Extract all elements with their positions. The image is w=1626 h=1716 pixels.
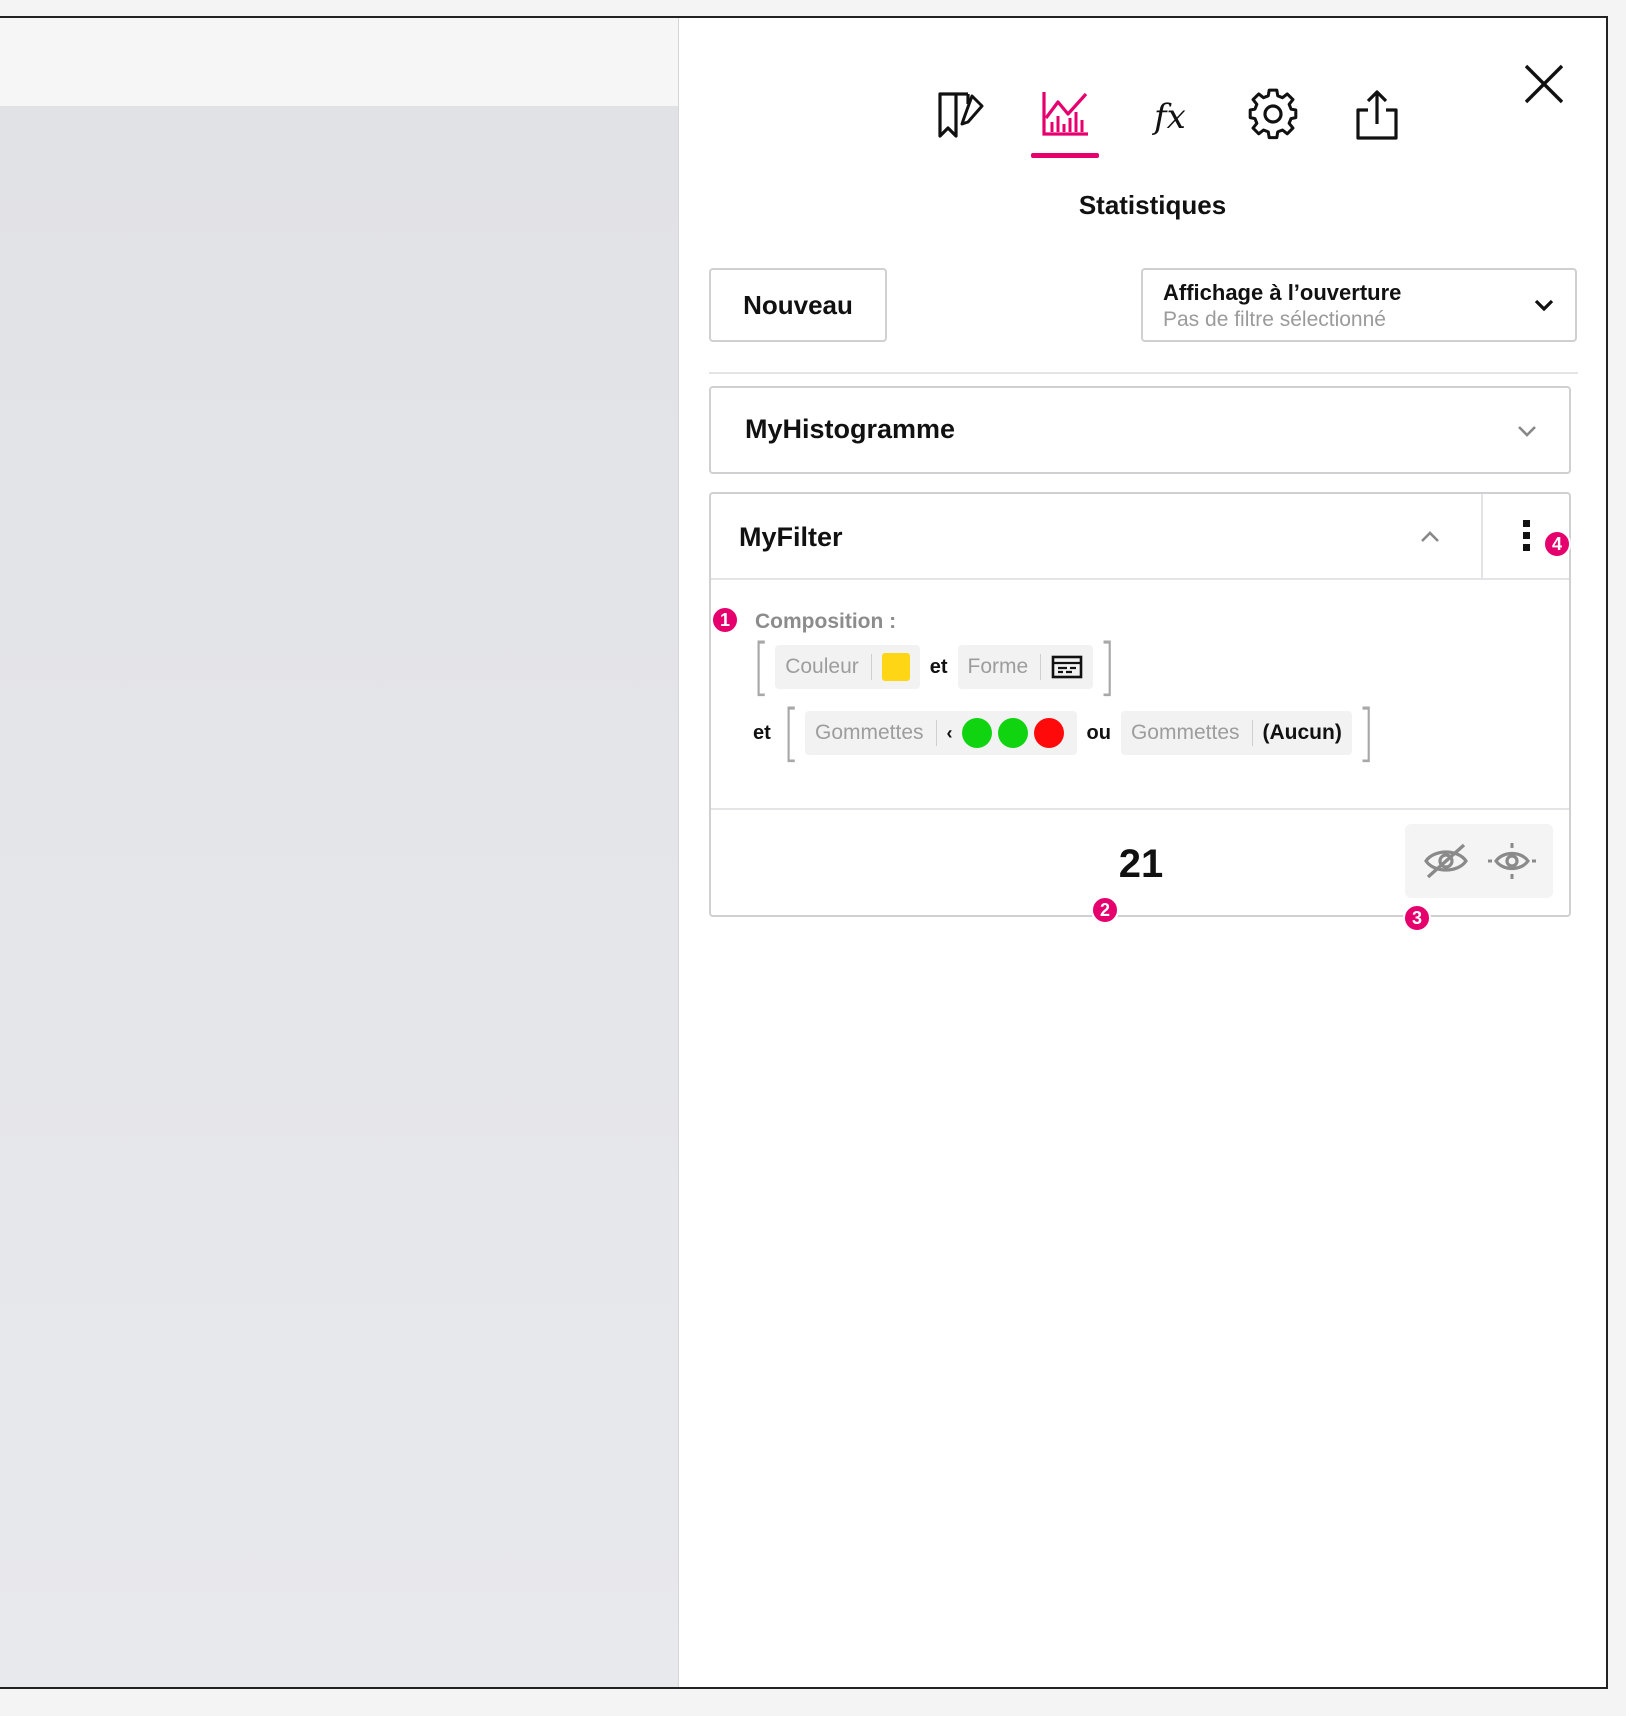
eye-icon[interactable]: [1486, 839, 1538, 883]
new-button[interactable]: Nouveau: [709, 268, 887, 342]
footer-divider: [711, 808, 1569, 810]
bracket-close: ]: [1098, 630, 1116, 703]
shape-criterion[interactable]: Forme: [957, 645, 1094, 689]
annotation-badge-2: 2: [1091, 896, 1119, 924]
conjunction-and: et: [929, 655, 948, 678]
chevron-down-icon: [1534, 299, 1554, 312]
histogram-card[interactable]: MyHistogramme: [709, 386, 1571, 474]
chevron-up-icon[interactable]: [1419, 526, 1441, 548]
tab-statistics[interactable]: [1013, 88, 1117, 158]
canvas-toolbar: [0, 18, 678, 106]
sticker-dot-green: [961, 718, 992, 748]
histogram-name: MyHistogramme: [745, 414, 956, 444]
tab-bookmarks[interactable]: [909, 88, 1013, 158]
stickers-none-value: (Aucun): [1262, 721, 1342, 744]
filter-header[interactable]: MyFilter: [711, 494, 1569, 580]
close-icon[interactable]: [1522, 62, 1566, 106]
bookmark-edit-icon: [938, 92, 984, 138]
bracket-open: [: [782, 696, 800, 769]
tab-settings[interactable]: [1221, 88, 1325, 158]
composition-row-2: et [ Gommettes ‹ ou Gommettes (Aucun) ]: [753, 702, 1378, 764]
canvas-area[interactable]: [0, 106, 678, 1687]
chart-icon: [1042, 92, 1088, 136]
result-count: 21: [1118, 842, 1164, 886]
sticker-dot-red: [1033, 718, 1064, 748]
chevron-down-icon: [1518, 426, 1536, 437]
select-value: Pas de filtre sélectionné: [1163, 308, 1386, 331]
color-criterion[interactable]: Couleur: [775, 645, 920, 689]
conjunction-and: et: [753, 721, 771, 744]
color-criterion-label: Couleur: [785, 654, 872, 680]
share-export-icon: [1356, 90, 1398, 140]
annotation-badge-4: 4: [1543, 530, 1571, 558]
shape-criterion-label: Forme: [968, 654, 1042, 680]
annotation-badge-3: 3: [1403, 904, 1431, 932]
divider: [709, 372, 1578, 374]
function-icon-label: fx: [1151, 97, 1186, 137]
visibility-controls: [1405, 824, 1553, 898]
filter-name: MyFilter: [739, 522, 843, 552]
tab-functions[interactable]: fx: [1117, 88, 1221, 158]
eye-off-icon[interactable]: [1420, 839, 1472, 883]
annotation-badge-1: 1: [711, 606, 739, 634]
tab-share[interactable]: [1325, 88, 1429, 158]
page-title: Statistiques: [1078, 190, 1227, 220]
operator-less-than: ‹: [946, 722, 953, 743]
header-separator: [1481, 494, 1483, 580]
display-on-open-select[interactable]: Affichage à l’ouverture Pas de filtre sé…: [1141, 268, 1577, 342]
conjunction-or: ou: [1086, 721, 1111, 744]
stickers-criterion-2[interactable]: Gommettes (Aucun): [1120, 711, 1352, 755]
composition-row-1: [ Couleur et Forme ]: [749, 636, 1119, 698]
stickers-criterion-label: Gommettes: [1131, 720, 1253, 746]
color-swatch: [881, 653, 910, 681]
form-icon: [1051, 655, 1083, 679]
panel-tabs: fx: [909, 88, 1429, 158]
filter-card: MyFilter 4 1 Composition : [ Couleur et …: [709, 492, 1571, 932]
bracket-close: ]: [1357, 696, 1375, 769]
stickers-criterion-label: Gommettes: [815, 720, 937, 746]
statistics-panel: fx Statistiques Nouveau Affichage à l’ou…: [678, 18, 1606, 1687]
app-window: fx Statistiques Nouveau Affichage à l’ou…: [0, 16, 1608, 1689]
composition-label: Composition :: [755, 610, 897, 633]
more-menu-icon[interactable]: [1523, 520, 1533, 554]
sticker-dot-green: [997, 718, 1028, 748]
stickers-criterion[interactable]: Gommettes ‹: [805, 711, 1077, 755]
function-icon: fx: [1151, 97, 1186, 137]
select-label: Affichage à l’ouverture: [1163, 280, 1402, 305]
bracket-open: [: [752, 630, 770, 703]
gear-icon: [1248, 88, 1298, 140]
